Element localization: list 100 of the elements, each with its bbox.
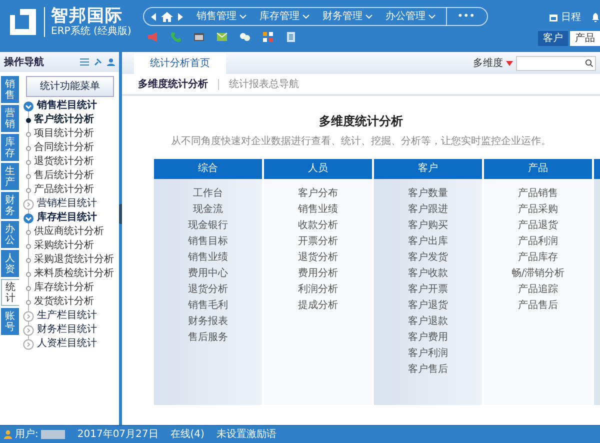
report-link[interactable]: 现金银行 [188,220,228,231]
schedule-link[interactable]: 日程 [561,10,581,25]
report-link[interactable]: 费用分析 [298,268,338,279]
expand-icon[interactable] [23,198,34,210]
report-link[interactable]: 客户开票 [408,284,448,295]
expand-icon[interactable] [23,324,34,336]
tree-item[interactable]: 客户统计分析 [31,113,94,127]
tree-item[interactable]: 项目统计分析 [31,127,94,141]
chat-icon[interactable] [239,31,252,43]
expand-icon[interactable] [23,338,34,350]
report-link[interactable]: 收款分析 [298,220,338,231]
report-link[interactable]: 销售毛利 [188,300,228,311]
document-icon[interactable] [285,31,298,43]
tree-node[interactable]: 财务栏目统计 [37,323,97,337]
tree-item[interactable]: 发货统计分析 [31,295,94,309]
tree-item[interactable]: 退货统计分析 [31,155,94,169]
report-link[interactable]: 客户发货 [408,252,448,263]
report-link[interactable]: 客户利润 [408,348,448,359]
report-link[interactable]: 产品退货 [518,220,558,231]
tree-item[interactable]: 产品统计分析 [31,183,94,197]
list-icon[interactable] [80,58,89,66]
dimension-dropdown[interactable]: 多维度 [473,56,513,70]
report-link[interactable]: 销售业绩 [298,204,338,215]
tree-item[interactable]: 采购退货统计分析 [31,253,114,267]
report-link[interactable]: 客户退款 [408,316,448,327]
report-link[interactable]: 退货分析 [188,284,228,295]
collapse-icon[interactable] [23,100,34,112]
forward-icon[interactable] [176,12,184,22]
tree-item[interactable]: 来料质检统计分析 [31,267,114,281]
search-field[interactable] [516,56,596,70]
report-link[interactable]: 销售业绩 [188,252,228,263]
back-icon[interactable] [150,12,158,22]
tree-node[interactable]: 销售栏目统计 [37,99,97,113]
report-link[interactable]: 产品利润 [518,236,558,247]
sub-tab[interactable]: 多维度统计分析 [128,76,218,92]
tree-item[interactable]: 售后统计分析 [31,169,94,183]
report-link[interactable]: 客户售后 [408,364,448,375]
report-link[interactable]: 客户跟进 [408,204,448,215]
vertical-tab[interactable]: 统计 [1,279,19,306]
report-link[interactable]: 工作台 [193,188,223,199]
report-link[interactable]: 客户收款 [408,268,448,279]
vertical-tab[interactable]: 生产 [1,163,19,190]
nav-menu[interactable]: 库存管理 [253,9,316,24]
nav-menu[interactable]: 财务管理 [316,9,380,24]
online-count[interactable]: 在线(4) [170,427,204,442]
home-icon[interactable] [161,12,174,22]
vertical-tab[interactable]: 营销 [1,105,19,132]
report-link[interactable]: 客户退货 [408,300,448,311]
vertical-tab[interactable]: 办公 [1,221,19,248]
report-link[interactable]: 产品售后 [518,300,558,311]
report-link[interactable]: 退货分析 [298,252,338,263]
collapse-icon[interactable] [23,212,34,224]
tree-node[interactable]: 人资栏目统计 [37,337,97,351]
report-link[interactable]: 提成分析 [298,300,338,311]
more-button[interactable]: ••• [451,9,481,24]
vertical-tab[interactable]: 库存 [1,134,19,161]
report-link[interactable]: 开票分析 [298,236,338,247]
report-link[interactable]: 产品销售 [518,188,558,199]
expand-icon[interactable] [23,310,34,322]
report-link[interactable]: 客户费用 [408,332,448,343]
report-link[interactable]: 产品库存 [518,252,558,263]
sub-tab[interactable]: 统计报表总导航 [219,76,309,92]
user-icon [4,430,12,439]
report-link[interactable]: 现金流 [193,204,223,215]
report-link[interactable]: 客户数量 [408,188,448,199]
menu-button[interactable]: 统计功能菜单 [26,76,114,97]
tree-item[interactable]: 供应商统计分析 [31,225,104,239]
nav-menu[interactable]: 销售管理 [190,9,254,24]
report-link[interactable]: 费用中心 [188,268,228,279]
nav-menu[interactable]: 办公管理 [379,9,442,24]
search-icon[interactable] [585,59,593,67]
mail-icon[interactable] [216,31,228,43]
tree-item[interactable]: 采购统计分析 [31,239,94,253]
report-link[interactable]: 财务报表 [188,316,228,327]
report-link[interactable]: 客户分布 [298,188,338,199]
tree-node[interactable]: 库存栏目统计 [37,211,97,225]
page-tab[interactable]: 统计分析首页 [134,53,226,74]
report-link[interactable]: 产品采购 [518,204,558,215]
user-icon[interactable] [107,58,115,66]
bell-icon[interactable] [591,13,600,22]
report-link[interactable]: 销售目标 [188,236,228,247]
report-link[interactable]: 客户出库 [408,236,448,247]
tree-item[interactable]: 合同统计分析 [31,141,94,155]
vertical-tab[interactable]: 人资 [1,250,19,277]
quick-tab[interactable]: 产品 [570,31,600,46]
bullet-icon [26,174,31,178]
report-link[interactable]: 客户购买 [408,220,448,231]
vertical-tab[interactable]: 财务 [1,192,19,219]
report-link[interactable]: 产品追踪 [518,284,558,295]
tree-node[interactable]: 生产栏目统计 [37,309,97,323]
grid-icon[interactable] [262,31,274,43]
tree-node[interactable]: 营销栏目统计 [37,197,97,211]
bullet-icon [26,230,31,234]
quick-tab[interactable]: 客户 [538,31,568,46]
vertical-tab[interactable]: 账号 [1,308,19,335]
tree-item[interactable]: 库存统计分析 [31,281,94,295]
vertical-tab[interactable]: 销售 [1,76,19,103]
report-link[interactable]: 利润分析 [298,284,338,295]
report-link[interactable]: 畅/滞销分析 [511,268,565,279]
report-link[interactable]: 售后服务 [188,332,228,343]
